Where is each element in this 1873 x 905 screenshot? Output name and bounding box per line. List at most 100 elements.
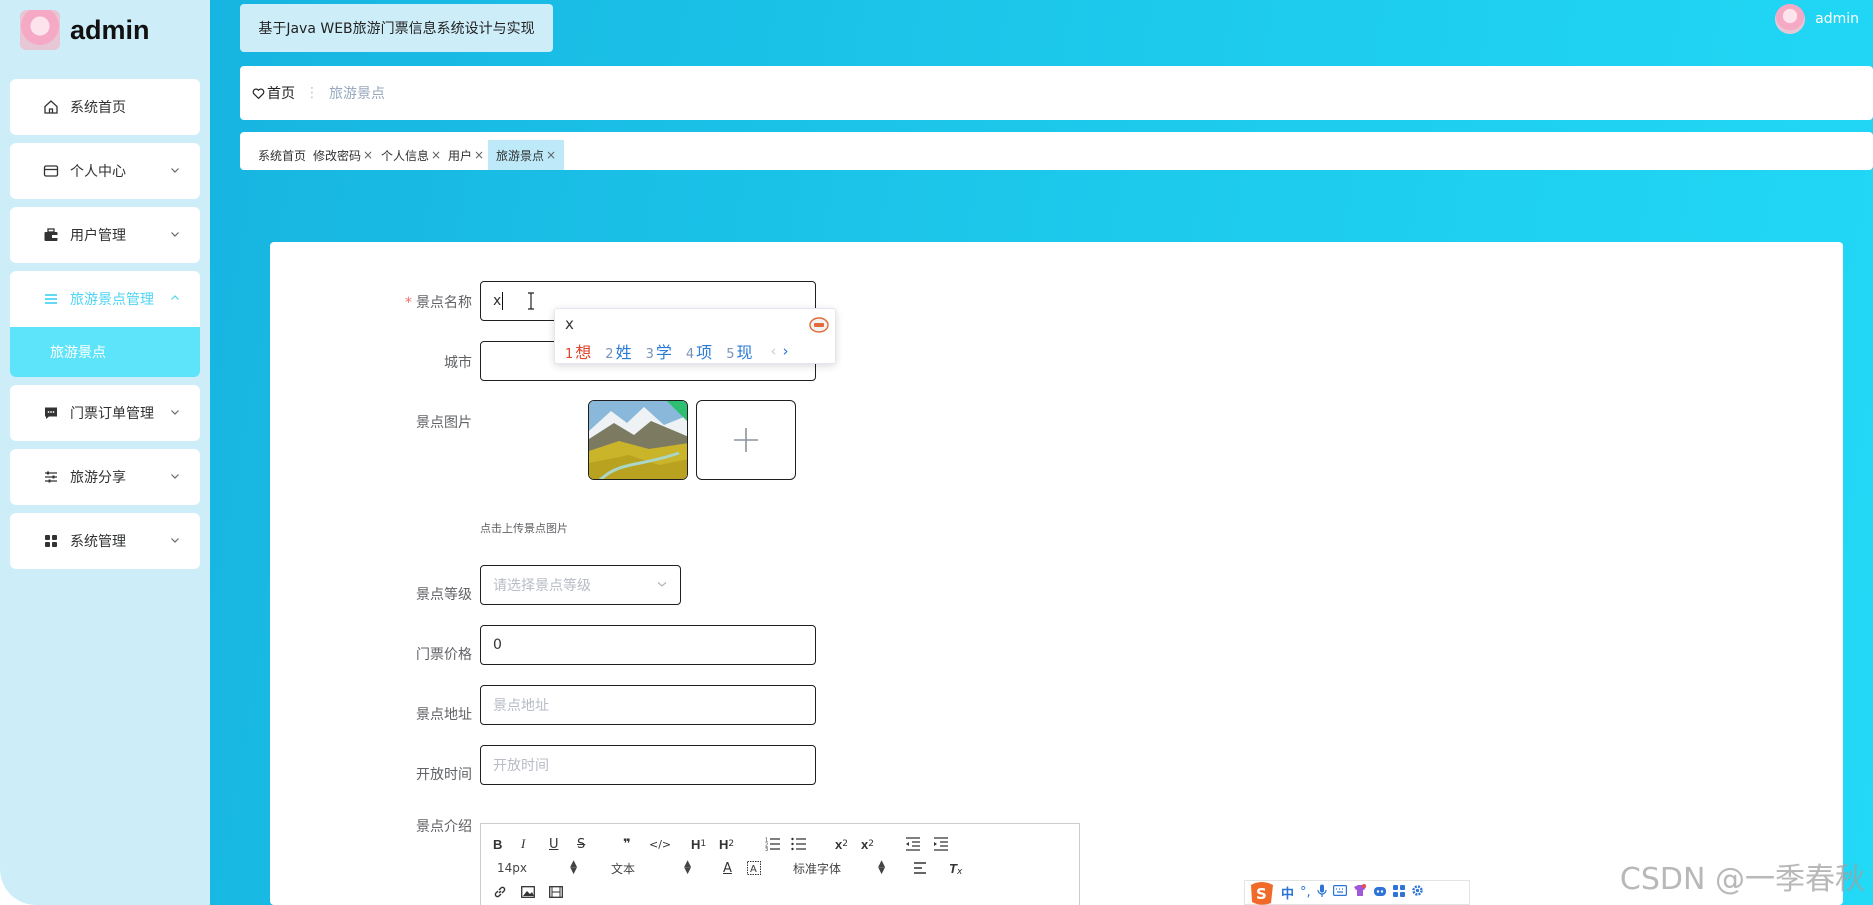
toolbox-icon[interactable] — [1392, 884, 1405, 901]
tags-view: 系统首页 修改密码 × 个人信息 × 用户 × 旅游景点 × — [240, 132, 1873, 170]
bullet-list-icon[interactable] — [791, 833, 807, 855]
name-input-value: x — [493, 293, 502, 309]
sidebar-item-personal-center[interactable]: 个人中心 — [10, 143, 200, 199]
ime-candidate[interactable]: 4项 — [686, 339, 712, 363]
sogou-logo-icon[interactable]: S — [1249, 881, 1275, 905]
ordered-list-icon[interactable]: 123 — [765, 833, 781, 855]
sidebar-item-attraction-management[interactable]: 旅游景点管理 — [10, 271, 200, 327]
ime-candidate[interactable]: 2姓 — [605, 339, 631, 363]
level-select[interactable]: 请选择景点等级 — [480, 565, 681, 605]
close-icon[interactable]: × — [474, 148, 484, 162]
tab-users[interactable]: 用户 × — [440, 140, 492, 170]
font-color-icon[interactable]: A — [723, 857, 732, 879]
settings-icon[interactable] — [1411, 884, 1424, 901]
upload-image-button[interactable] — [696, 400, 796, 480]
italic-icon[interactable]: I — [521, 833, 525, 855]
bold-icon[interactable]: B — [493, 833, 502, 855]
candidate-text: 学 — [655, 343, 672, 362]
align-left-icon[interactable] — [913, 857, 927, 879]
sidebar-item-system-management[interactable]: 系统管理 — [10, 513, 200, 569]
ime-page-nav[interactable]: ‹ › — [770, 342, 788, 360]
chevron-left-icon[interactable]: ‹ — [770, 342, 776, 360]
price-value: 0 — [493, 637, 502, 653]
user-name: admin — [1815, 11, 1859, 27]
robot-icon[interactable] — [1373, 885, 1387, 901]
video-icon[interactable] — [549, 881, 563, 903]
ime-mode-indicator[interactable]: 中 — [1281, 883, 1294, 902]
chevron-right-icon[interactable]: › — [782, 342, 788, 360]
sidebar-item-travel-share[interactable]: 旅游分享 — [10, 449, 200, 505]
sidebar-item-user-management[interactable]: 用户管理 — [10, 207, 200, 263]
name-label-text: 景点名称 — [416, 295, 472, 311]
address-input[interactable]: 景点地址 — [480, 685, 816, 725]
breadcrumb-current: 旅游景点 — [329, 86, 385, 102]
underline-icon[interactable]: U — [549, 833, 559, 855]
user-menu[interactable]: admin — [1775, 4, 1859, 34]
breadcrumb-home[interactable]: 首页 — [252, 83, 295, 103]
updown-icon: ▲ ▼ — [878, 859, 885, 876]
superscript-icon[interactable]: x2 — [861, 833, 874, 855]
outdent-icon[interactable] — [905, 833, 921, 855]
image-icon[interactable] — [521, 881, 535, 903]
chat-icon — [42, 404, 60, 422]
name-label: * 景点名称 — [270, 292, 472, 312]
sidebar-item-label: 用户管理 — [70, 228, 126, 244]
sidebar-item-home[interactable]: 系统首页 — [10, 79, 200, 135]
wallet-icon — [42, 162, 60, 180]
indent-icon[interactable] — [933, 833, 949, 855]
candidate-index: 1 — [565, 347, 574, 362]
punctuation-icon[interactable]: °, — [1300, 885, 1311, 900]
price-label: 门票价格 — [416, 647, 472, 663]
microphone-icon[interactable] — [1317, 884, 1327, 902]
strikethrough-icon[interactable]: S — [577, 833, 585, 855]
open-time-input[interactable]: 开放时间 — [480, 745, 816, 785]
sidebar-item-label: 系统管理 — [70, 534, 126, 550]
chevron-down-icon — [170, 533, 180, 549]
font-size-picker[interactable]: 14px ▲ ▼ — [497, 857, 581, 879]
ime-candidate[interactable]: 3学 — [646, 339, 672, 363]
skin-icon[interactable] — [1353, 884, 1367, 901]
candidate-text: 想 — [575, 343, 592, 362]
plus-icon — [732, 426, 760, 454]
ime-skin-icon[interactable] — [809, 315, 829, 337]
font-family-picker[interactable]: 标准字体 ▲ ▼ — [793, 857, 889, 879]
keyboard-icon[interactable] — [1332, 885, 1347, 900]
image-label: 景点图片 — [416, 415, 472, 431]
close-icon[interactable]: × — [363, 148, 373, 162]
sidebar-item-ticket-orders[interactable]: 门票订单管理 — [10, 385, 200, 441]
background-color-icon[interactable]: A — [747, 857, 761, 879]
heading1-icon[interactable]: H1 — [691, 833, 706, 855]
sidebar-item-label: 旅游分享 — [70, 470, 126, 486]
font-size-value: 14px — [497, 861, 527, 875]
tab-attractions[interactable]: 旅游景点 × — [488, 140, 565, 170]
uploaded-image-thumbnail[interactable] — [588, 400, 688, 480]
sliders-icon — [42, 468, 60, 486]
clear-format-icon[interactable]: Tx — [949, 857, 962, 879]
chevron-down-icon — [170, 405, 180, 421]
chevron-down-icon — [170, 163, 180, 179]
list-icon — [42, 290, 60, 308]
main-area: 基于Java WEB旅游门票信息系统设计与实现 admin 首页 ⋮ 旅游景点 … — [210, 0, 1873, 905]
sidebar-subitem-attractions[interactable]: 旅游景点 — [10, 327, 200, 377]
avatar — [1775, 4, 1806, 34]
link-icon[interactable] — [493, 881, 507, 903]
breadcrumb-separator: ⋮ — [305, 85, 319, 101]
tab-personal-info[interactable]: 个人信息 × — [373, 140, 449, 170]
tab-change-password[interactable]: 修改密码 × — [305, 140, 381, 170]
candidate-index: 5 — [726, 347, 735, 362]
heading-value: 文本 — [611, 861, 636, 876]
chevron-down-icon — [170, 469, 180, 485]
heading2-icon[interactable]: H2 — [719, 833, 734, 855]
sidebar-item-label: 旅游景点管理 — [70, 292, 154, 308]
app-title: 基于Java WEB旅游门票信息系统设计与实现 — [240, 4, 553, 52]
subscript-icon[interactable]: x2 — [835, 833, 848, 855]
code-icon[interactable]: </> — [649, 833, 671, 855]
heading-picker[interactable]: 文本 ▲ ▼ — [611, 857, 695, 879]
blockquote-icon[interactable]: ❞ — [623, 833, 631, 855]
ime-candidates: 1想 2姓 3学 4项 5现 ‹ › — [565, 339, 788, 363]
level-label: 景点等级 — [416, 587, 472, 603]
ime-candidate[interactable]: 1想 — [565, 339, 591, 363]
close-icon[interactable]: × — [546, 148, 556, 162]
price-input[interactable]: 0 — [480, 625, 816, 665]
ime-candidate[interactable]: 5现 — [726, 339, 752, 363]
